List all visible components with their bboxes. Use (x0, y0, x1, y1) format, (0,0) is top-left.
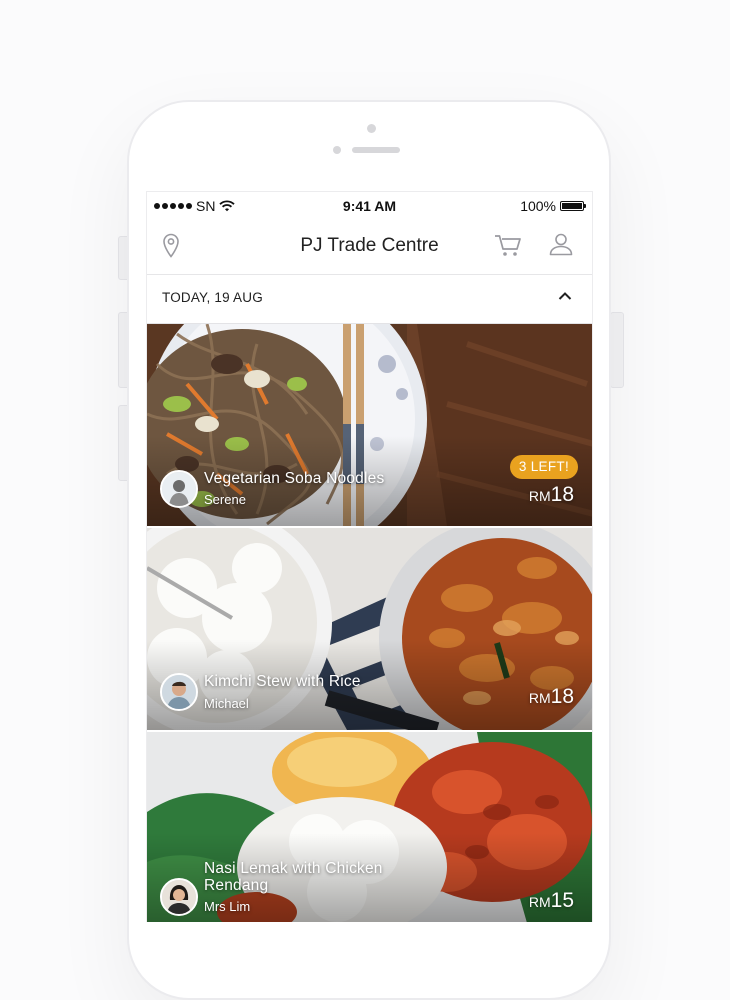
listing-name: Vegetarian Soba Noodles (204, 470, 385, 487)
profile-icon[interactable] (548, 231, 574, 257)
price-amount: 18 (550, 483, 574, 506)
price-amount: 18 (550, 685, 574, 708)
listing-card-nasi-lemak[interactable]: Nasi Lemak with Chicken Rendang Mrs Lim … (147, 732, 592, 922)
cart-icon[interactable] (493, 232, 523, 258)
date-label: TODAY, 19 AUG (162, 290, 263, 305)
avatar-serene-image (162, 472, 196, 506)
price-currency: RM (528, 894, 551, 910)
avatar[interactable] (160, 470, 198, 508)
battery-percent: 100% (520, 198, 556, 214)
status-bar-right: 100% (520, 198, 586, 214)
chevron-up-icon[interactable] (558, 291, 572, 301)
proximity-sensor (333, 146, 341, 154)
cook-name: Serene (204, 492, 246, 507)
front-camera (367, 124, 376, 133)
stock-badge: 3 LEFT! (509, 455, 578, 479)
listing-name: Kimchi Stew with Rice (204, 673, 361, 690)
power-button (610, 312, 624, 388)
listing-name: Nasi Lemak with Chicken Rendang (204, 860, 383, 894)
price-currency: RM (528, 690, 551, 706)
price-amount: 15 (550, 889, 574, 912)
page-title: PJ Trade Centre (300, 235, 439, 256)
header-bar: PJ Trade Centre (147, 220, 592, 275)
listing-name-line2: Rendang (204, 877, 269, 894)
app-screen: SN 9:41 AM 100% PJ Trade Centre TODAY, 1… (146, 191, 593, 922)
cook-name: Mrs Lim (204, 899, 251, 914)
price: RM18 (529, 685, 574, 709)
avatar-michael-image (162, 675, 196, 709)
avatar[interactable] (160, 673, 198, 711)
avatar-mrs-lim-image (162, 880, 196, 914)
earpiece-speaker (352, 147, 400, 153)
listing-name-line1: Nasi Lemak with Chicken (204, 860, 383, 877)
battery-icon (560, 201, 586, 211)
price: RM18 (529, 483, 574, 507)
cook-name: Michael (204, 696, 249, 711)
listing-card-kimchi[interactable]: Kimchi Stew with Rice Michael RM18 (147, 528, 592, 730)
avatar[interactable] (160, 878, 198, 916)
listing-card-soba[interactable]: Vegetarian Soba Noodles Serene 3 LEFT! R… (147, 324, 592, 526)
price-currency: RM (528, 488, 551, 504)
date-selector[interactable]: TODAY, 19 AUG (147, 275, 592, 324)
price: RM15 (529, 889, 574, 913)
status-bar: SN 9:41 AM 100% (147, 192, 592, 220)
